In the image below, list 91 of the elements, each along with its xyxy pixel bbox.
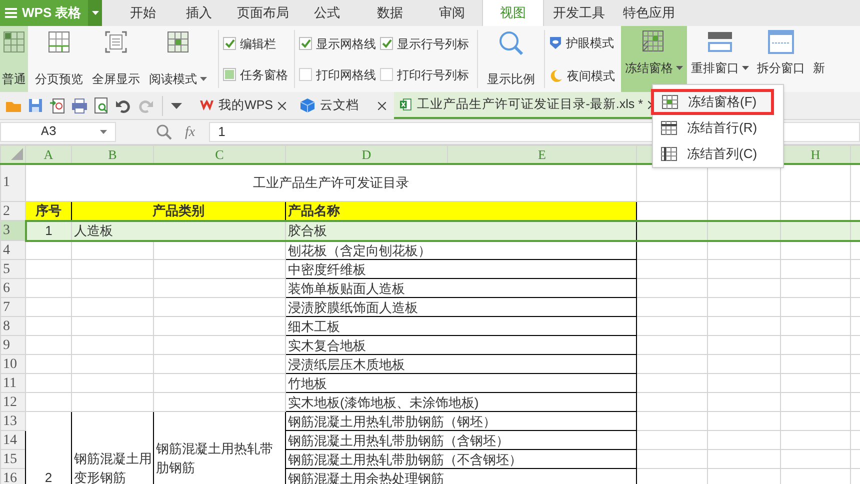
table-cell: 细木工板 <box>286 316 636 336</box>
table-cell: 中密度纤维板 <box>286 260 636 278</box>
table-cell: 1 <box>26 220 72 240</box>
save-icon[interactable] <box>27 97 44 114</box>
mode-button[interactable]: 护眼模式 <box>549 34 615 52</box>
row-header[interactable]: 15 <box>0 450 26 468</box>
table-cell: 装饰单板贴面人造板 <box>286 278 636 298</box>
table-cell: 浸渍纸层压木质地板 <box>286 354 636 374</box>
view-mode-button[interactable]: 普通 <box>0 26 28 92</box>
row-header[interactable]: 10 <box>0 354 26 374</box>
view-mode-button[interactable]: 分页预览 <box>33 26 85 92</box>
checkbox-label: 任务窗格 <box>240 66 288 84</box>
moon-icon <box>549 68 563 82</box>
row-header[interactable]: 5 <box>0 260 26 278</box>
table-cell: 钢筋混凝土用热轧带肋钢筋（不含钢坯） <box>286 450 636 468</box>
table-cell: 浸渍胶膜纸饰面人造板 <box>286 298 636 316</box>
checkbox-label: 打印网格线 <box>316 66 376 84</box>
checkbox-label: 显示行号列标 <box>397 36 469 52</box>
row-header[interactable]: 8 <box>0 316 26 336</box>
window-button[interactable]: 新 <box>809 26 829 92</box>
cube-icon <box>300 98 315 113</box>
row-header[interactable]: 4 <box>0 240 26 260</box>
checkbox[interactable] <box>223 37 236 50</box>
table-cell: 胶合板 <box>286 220 636 240</box>
preview-icon[interactable] <box>93 97 110 114</box>
checkbox-label: 编辑栏 <box>240 36 276 52</box>
row-header[interactable]: 13 <box>0 412 26 430</box>
menu-tab[interactable]: 开始 <box>118 0 168 26</box>
menu-tab[interactable]: 审阅 <box>422 0 482 26</box>
menu-item[interactable]: 冻结窗格(F) <box>651 89 774 115</box>
menu-tab[interactable]: 开发工具 <box>544 0 614 26</box>
print-icon[interactable] <box>71 97 88 114</box>
table-cell: 实木地板(漆饰地板、未涂饰地板) <box>286 392 636 412</box>
row-header[interactable]: 3 <box>0 220 26 240</box>
table-cell: 钢筋混凝土用热轧带肋钢筋（钢坯） <box>286 412 636 430</box>
caret-icon <box>92 11 98 15</box>
checkbox[interactable] <box>299 68 312 81</box>
table-cell: 钢筋混凝土用热轧带肋钢筋（含钢坯） <box>286 430 636 450</box>
caret-icon <box>100 130 107 134</box>
search-icon <box>498 30 524 56</box>
table-cell: 竹地板 <box>286 374 636 392</box>
table-cell: 钢筋混凝土用变形钢筋 <box>72 412 154 484</box>
document-tab[interactable]: 云文档 <box>294 92 394 119</box>
header-cell: 序号 <box>26 202 72 220</box>
row-header[interactable]: 11 <box>0 374 26 392</box>
name-box[interactable]: A3 <box>0 122 116 142</box>
shield-icon <box>549 36 562 50</box>
checkbox[interactable] <box>380 68 393 81</box>
mode-button[interactable]: 夜间模式 <box>549 66 615 84</box>
app-menu-button[interactable] <box>88 0 102 26</box>
checkbox-label: 打印行号列标 <box>397 66 469 84</box>
table-cell: 人造板 <box>72 220 286 240</box>
checkbox-label: 显示网格线 <box>316 36 376 52</box>
window-icon <box>707 29 733 55</box>
close-icon[interactable] <box>278 102 286 110</box>
caret-icon[interactable] <box>171 102 182 108</box>
row-header[interactable]: 14 <box>0 430 26 450</box>
function-icon[interactable]: fx <box>185 122 196 142</box>
table-cell: 刨花板（含定向刨花板） <box>286 240 636 260</box>
menu-tab[interactable]: 公式 <box>296 0 358 26</box>
close-icon[interactable] <box>378 102 386 110</box>
row-header[interactable]: 1 <box>0 164 26 202</box>
document-tab[interactable]: 我的WPS <box>194 92 294 119</box>
checkbox[interactable] <box>299 37 312 50</box>
zoom-button[interactable]: 显示比例 <box>482 26 540 92</box>
row-header[interactable]: 7 <box>0 298 26 316</box>
menu-tab[interactable]: 页面布局 <box>230 0 296 26</box>
table-cell: 钢筋混凝土用热轧带肋钢筋 <box>154 412 286 484</box>
select-all-icon[interactable] <box>11 148 23 160</box>
row-header[interactable]: 2 <box>0 202 26 220</box>
export-icon[interactable] <box>49 97 66 114</box>
menu-tab[interactable]: 特色应用 <box>614 0 684 26</box>
menu-tab[interactable]: 数据 <box>358 0 422 26</box>
header-cell: 产品类别 <box>72 202 286 220</box>
checkbox[interactable] <box>380 37 393 50</box>
window-icon <box>768 29 794 55</box>
window-button[interactable]: 冻结窗格 <box>621 26 687 92</box>
menu-tab[interactable]: 视图 <box>482 0 544 26</box>
menu-item[interactable]: 冻结首列(C) <box>653 141 783 167</box>
row-header[interactable]: 6 <box>0 278 26 298</box>
header-cell: 产品名称 <box>286 202 636 220</box>
spreadsheet-icon <box>400 97 412 112</box>
view-mode-button[interactable]: 全屏显示 <box>90 26 142 92</box>
table-cell: 实木复合地板 <box>286 336 636 354</box>
view-mode-button[interactable]: 阅读模式 <box>147 26 209 92</box>
search-icon[interactable] <box>156 124 172 140</box>
checkbox[interactable] <box>223 68 236 81</box>
row-header[interactable]: 12 <box>0 392 26 412</box>
row-header[interactable]: 9 <box>0 336 26 354</box>
row-header[interactable]: 16 <box>0 468 26 484</box>
menu-tab[interactable]: 插入 <box>168 0 230 26</box>
